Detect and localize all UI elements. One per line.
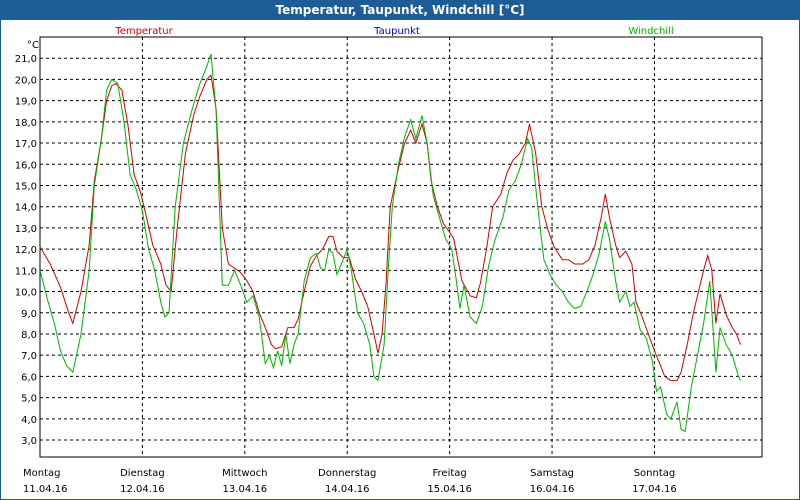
x-date-label: 11.04.16 xyxy=(23,484,68,495)
legend-taupunkt: Taupunkt xyxy=(373,26,420,37)
y-tick-label: 18,0 xyxy=(15,118,37,129)
y-tick-label: 13,0 xyxy=(15,224,37,235)
y-tick-label: 8,0 xyxy=(21,330,37,341)
x-date-label: 13.04.16 xyxy=(223,484,268,495)
y-tick-label: 5,0 xyxy=(21,394,37,405)
y-tick-label: 15,0 xyxy=(15,181,37,192)
x-date-label: 15.04.16 xyxy=(427,484,472,495)
chart-area: 3,0 4,0 5,0 6,0 7,0 8,0 9,0 10,0 11,0 12,0 13,0 14,… xyxy=(0,20,800,500)
y-axis-label: °C xyxy=(27,40,39,51)
chart-title: Temperatur, Taupunkt, Windchill [°C] xyxy=(0,0,800,20)
y-tick-label: 17,0 xyxy=(15,139,37,150)
y-tick-label: 4,0 xyxy=(21,415,37,426)
x-date-label: 14.04.16 xyxy=(325,484,370,495)
y-tick-label: 7,0 xyxy=(21,351,37,362)
x-day-label: Dienstag xyxy=(120,468,165,479)
legend-temperatur: Temperatur xyxy=(114,26,173,37)
x-day-label: Montag xyxy=(23,468,60,479)
x-date-label: 16.04.16 xyxy=(530,484,575,495)
y-tick-label: 11,0 xyxy=(15,266,37,277)
x-day-label: Donnerstag xyxy=(318,468,376,479)
y-tick-label: 16,0 xyxy=(15,160,37,171)
y-tick-label: 6,0 xyxy=(21,372,37,383)
x-day-label: Mittwoch xyxy=(222,468,267,479)
legend-windchill: Windchill xyxy=(628,26,673,37)
y-tick-label: 10,0 xyxy=(15,288,37,299)
y-tick-label: 14,0 xyxy=(15,203,37,214)
y-tick-label: 9,0 xyxy=(21,309,37,320)
x-date-label: 17.04.16 xyxy=(632,484,677,495)
x-day-label: Sonntag xyxy=(634,468,676,479)
y-tick-label: 19,0 xyxy=(15,97,37,108)
x-date-label: 12.04.16 xyxy=(120,484,165,495)
chart: 3,0 4,0 5,0 6,0 7,0 8,0 9,0 10,0 11,0 12,0 13,0 14,… xyxy=(15,26,763,495)
x-day-label: Samstag xyxy=(530,468,574,479)
x-day-label: Freitag xyxy=(433,468,467,479)
y-tick-label: 20,0 xyxy=(15,75,37,86)
y-tick-label: 12,0 xyxy=(15,245,37,256)
y-tick-label: 3,0 xyxy=(21,436,37,447)
y-tick-label: 21,0 xyxy=(15,54,37,65)
